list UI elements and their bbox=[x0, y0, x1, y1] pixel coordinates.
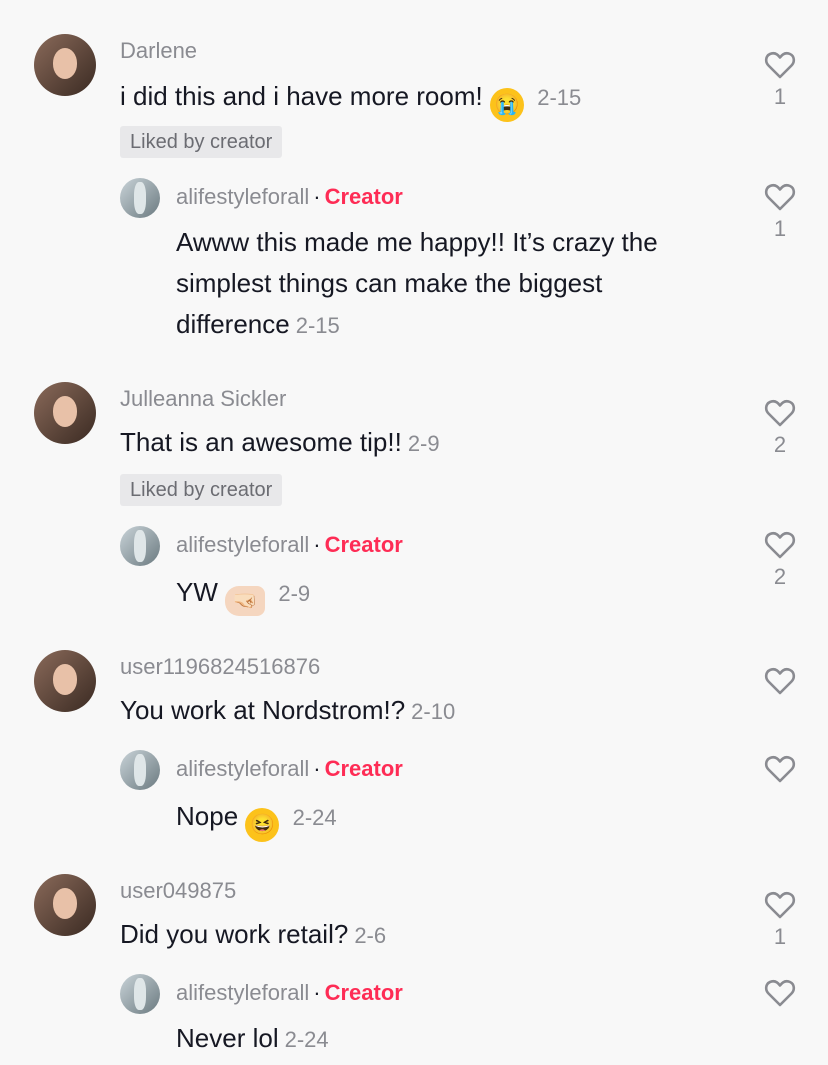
like-count: 1 bbox=[773, 216, 787, 241]
reply-date: 2-9 bbox=[278, 581, 311, 606]
reply-author[interactable]: alifestyleforall · Creator bbox=[176, 756, 403, 782]
heart-outline-icon bbox=[764, 531, 796, 559]
comment-text: That is an awesome tip!! 2-9 bbox=[120, 427, 440, 457]
reply-date: 2-15 bbox=[295, 313, 340, 338]
comment-date: 2-6 bbox=[354, 923, 387, 948]
comment-item: Julleanna Sickler That is an awesome tip… bbox=[0, 360, 828, 640]
comment-text: You work at Nordstrom!? 2-10 bbox=[120, 695, 456, 725]
avatar[interactable] bbox=[120, 974, 160, 1014]
comment-item: Darlene i did this and i have more room!… bbox=[0, 0, 828, 360]
heart-outline-icon bbox=[764, 979, 796, 1007]
reply-author[interactable]: alifestyleforall · Creator bbox=[176, 184, 403, 210]
creator-badge: Creator bbox=[324, 184, 403, 209]
like-button[interactable] bbox=[758, 666, 802, 696]
reply-text: Never lol 2-24 bbox=[176, 1023, 329, 1053]
comment-author[interactable]: user1196824516876 bbox=[120, 654, 320, 680]
loudly-crying-emoji-icon: 😭 bbox=[489, 88, 524, 122]
avatar[interactable] bbox=[34, 382, 96, 444]
avatar[interactable] bbox=[34, 34, 96, 96]
comment-date: 2-9 bbox=[407, 431, 440, 456]
comment-date: 2-10 bbox=[411, 699, 456, 724]
avatar[interactable] bbox=[120, 178, 160, 218]
heart-outline-icon bbox=[764, 51, 796, 79]
comment-author[interactable]: Julleanna Sickler bbox=[120, 386, 286, 412]
reply-text: Awww this made me happy!! It’s crazy the… bbox=[176, 227, 658, 339]
like-button[interactable] bbox=[758, 978, 802, 1008]
like-count: 2 bbox=[773, 432, 787, 457]
liked-by-creator-badge: Liked by creator bbox=[120, 474, 283, 506]
comment-author[interactable]: Darlene bbox=[120, 38, 197, 64]
like-button[interactable]: 2 bbox=[758, 530, 802, 590]
like-button[interactable] bbox=[758, 754, 802, 784]
like-count: 1 bbox=[773, 84, 787, 109]
avatar[interactable] bbox=[34, 874, 96, 936]
creator-badge: Creator bbox=[324, 980, 403, 1005]
like-button[interactable]: 2 bbox=[758, 398, 802, 458]
comment-author[interactable]: user049875 bbox=[120, 878, 236, 904]
heart-outline-icon bbox=[764, 183, 796, 211]
creator-badge: Creator bbox=[324, 756, 403, 781]
reply-author[interactable]: alifestyleforall · Creator bbox=[176, 980, 403, 1006]
comment-date: 2-15 bbox=[537, 85, 582, 110]
liked-by-creator-badge: Liked by creator bbox=[120, 126, 283, 158]
heart-outline-icon bbox=[764, 755, 796, 783]
heart-outline-icon bbox=[764, 667, 796, 695]
comment-text: i did this and i have more room! 😭 2-15 bbox=[120, 76, 581, 122]
like-button[interactable]: 1 bbox=[758, 182, 802, 242]
heart-outline-icon bbox=[764, 891, 796, 919]
like-count: 1 bbox=[773, 924, 787, 949]
avatar[interactable] bbox=[120, 750, 160, 790]
grinning-squinting-emoji-icon: 😆 bbox=[245, 808, 280, 842]
like-button[interactable]: 1 bbox=[758, 890, 802, 950]
heart-outline-icon bbox=[764, 399, 796, 427]
comment-item: user1196824516876 You work at Nordstrom!… bbox=[0, 640, 828, 864]
reply-date: 2-24 bbox=[284, 1027, 329, 1052]
creator-badge: Creator bbox=[324, 532, 403, 557]
fist-bump-emoji-icon: 🤜🏻 bbox=[225, 586, 266, 616]
like-button[interactable]: 1 bbox=[758, 50, 802, 110]
avatar[interactable] bbox=[34, 650, 96, 712]
avatar[interactable] bbox=[120, 526, 160, 566]
reply-text: YW 🤜🏻 2-9 bbox=[176, 572, 310, 616]
comment-text: Did you work retail? 2-6 bbox=[120, 919, 387, 949]
reply-author[interactable]: alifestyleforall · Creator bbox=[176, 532, 403, 558]
reply-date: 2-24 bbox=[292, 805, 337, 830]
reply-text: Nope 😆 2-24 bbox=[176, 796, 337, 842]
like-count: 2 bbox=[773, 564, 787, 589]
comment-item: user049875 Did you work retail? 2-6 1 ali… bbox=[0, 864, 828, 1065]
